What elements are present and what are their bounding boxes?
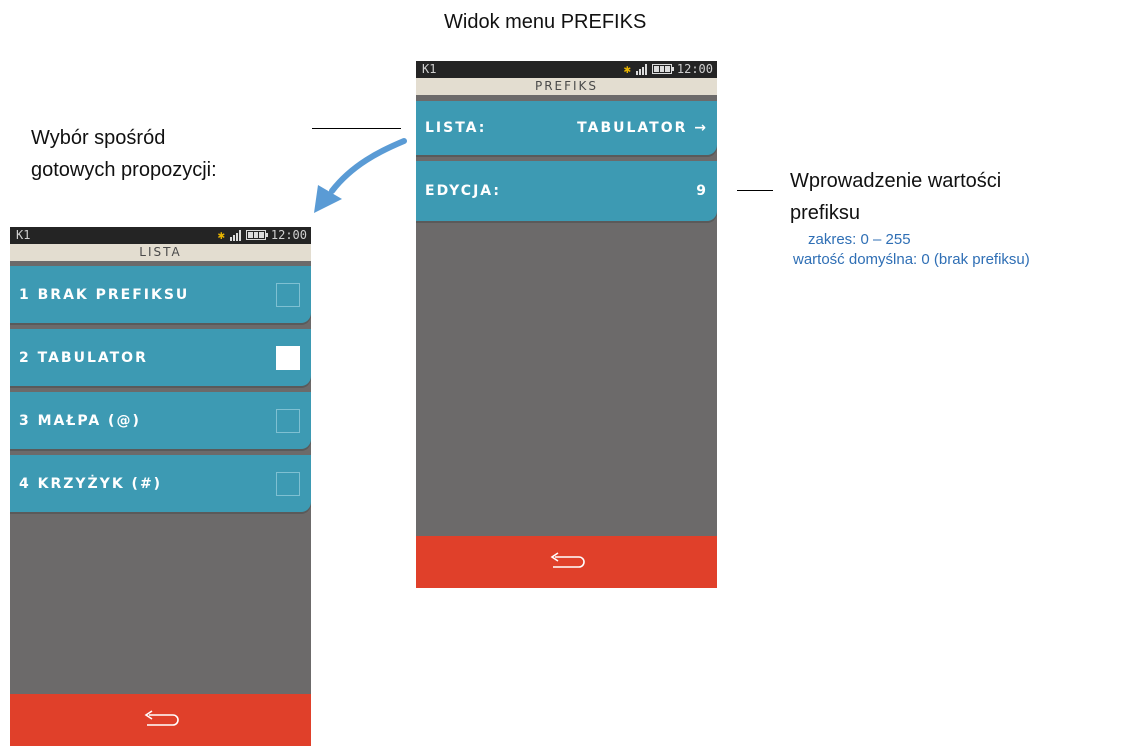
edit-value-caption-line1: Wprowadzenie wartości bbox=[790, 170, 1002, 192]
list-option-malpa[interactable]: 3 MAŁPA (@) bbox=[10, 392, 311, 449]
list-option-brak-prefiksu[interactable]: 1 BRAK PREFIKSU bbox=[10, 266, 311, 323]
clock: 12:00 bbox=[676, 62, 713, 76]
screen-title: PREFIKS bbox=[416, 78, 717, 95]
list-choice-caption-line1: Wybór spośród bbox=[31, 127, 166, 149]
clock: 12:00 bbox=[270, 228, 307, 242]
edit-connector-line bbox=[737, 190, 773, 191]
list-option-label: 1 BRAK PREFIKSU bbox=[19, 286, 190, 303]
status-bar: K1 ✱ 12:00 bbox=[10, 227, 311, 244]
return-arrow-icon bbox=[550, 552, 585, 568]
checkbox[interactable] bbox=[276, 408, 300, 433]
bluetooth-icon: ✱ bbox=[623, 62, 631, 76]
list-choice-caption-line2: gotowych propozycji: bbox=[31, 159, 217, 181]
menu-item-lista[interactable]: LISTA: TABULATOR → bbox=[416, 101, 717, 155]
signal-icon bbox=[635, 63, 647, 75]
default-value-note: wartość domyślna: 0 (brak prefiksu) bbox=[793, 251, 1030, 268]
edit-value-caption-line2: prefiksu bbox=[790, 202, 861, 224]
list-option-krzyzyk[interactable]: 4 KRZYŻYK (#) bbox=[10, 455, 311, 512]
curved-arrow-icon bbox=[314, 138, 407, 213]
prefiks-screen: K1 ✱ 12:00 PREFIKS LISTA: TABULATOR → ED… bbox=[416, 61, 717, 588]
prefiks-menu-caption: Widok menu PREFIKS bbox=[444, 11, 647, 33]
status-bar: K1 ✱ 12:00 bbox=[416, 61, 717, 78]
list-choice-caption: Wybór spośród gotowych propozycji: bbox=[31, 125, 217, 183]
list-option-label: 3 MAŁPA (@) bbox=[19, 412, 141, 429]
menu-item-value: 9 bbox=[696, 183, 708, 199]
checkbox[interactable] bbox=[276, 282, 300, 307]
menu-item-edycja[interactable]: EDYCJA: 9 bbox=[416, 161, 717, 221]
menu-item-label: EDYCJA: bbox=[425, 183, 501, 199]
value-range-note: zakres: 0 – 255 bbox=[808, 231, 911, 248]
return-arrow-icon bbox=[144, 710, 179, 726]
checkbox-checked[interactable] bbox=[276, 345, 300, 370]
checkbox[interactable] bbox=[276, 471, 300, 496]
bluetooth-icon: ✱ bbox=[217, 228, 225, 242]
list-option-label: 4 KRZYŻYK (#) bbox=[19, 475, 163, 492]
back-button[interactable] bbox=[416, 536, 717, 588]
edit-value-caption: Wprowadzenie wartości prefiksu bbox=[790, 168, 1001, 226]
list-option-tabulator[interactable]: 2 TABULATOR bbox=[10, 329, 311, 386]
menu-item-value: TABULATOR → bbox=[577, 120, 708, 136]
list-connector-line bbox=[312, 128, 401, 129]
battery-icon bbox=[651, 64, 674, 74]
menu-item-label: LISTA: bbox=[425, 120, 487, 136]
signal-icon bbox=[229, 229, 241, 241]
list-option-label: 2 TABULATOR bbox=[19, 349, 148, 366]
screen-title: LISTA bbox=[10, 244, 311, 261]
carrier-label: K1 bbox=[422, 62, 437, 76]
carrier-label: K1 bbox=[16, 228, 31, 242]
back-button[interactable] bbox=[10, 694, 311, 746]
lista-screen: K1 ✱ 12:00 LISTA 1 BRAK PREFIKSU 2 TABUL… bbox=[10, 227, 311, 746]
battery-icon bbox=[245, 230, 268, 240]
